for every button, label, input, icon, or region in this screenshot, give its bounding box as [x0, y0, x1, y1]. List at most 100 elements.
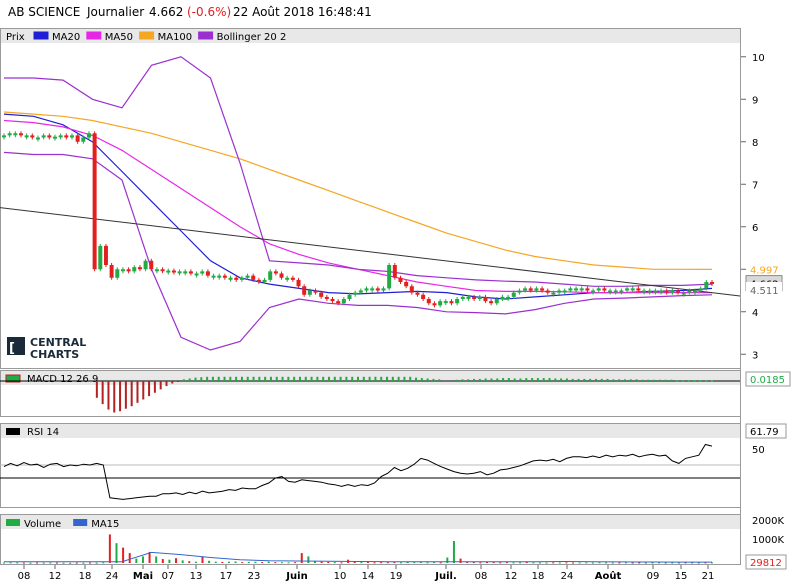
candle: [47, 135, 52, 138]
x-tick-label-9: Juin: [285, 571, 307, 582]
volume-bar: [373, 562, 376, 564]
legend-swatch-2: [86, 31, 102, 40]
macd-bar: [432, 378, 435, 381]
volume-bar: [452, 541, 455, 563]
macd-bar: [589, 378, 592, 381]
macd-bar: [182, 379, 185, 381]
x-tick-label-2: 18: [79, 571, 92, 582]
volume-bar: [201, 556, 204, 563]
volume-bar: [605, 562, 608, 564]
candle: [353, 292, 358, 295]
candle: [211, 275, 216, 278]
volume-bar: [175, 558, 178, 563]
candle: [262, 279, 267, 282]
candle: [608, 290, 613, 293]
volume-bar: [247, 561, 250, 563]
candle: [149, 260, 154, 270]
volume-bar: [274, 562, 277, 564]
candle: [477, 296, 482, 299]
candle: [279, 273, 284, 278]
volume-bar: [241, 562, 244, 564]
candle: [336, 301, 341, 304]
volume-bar: [618, 562, 621, 564]
x-tick-label-5: 07: [162, 571, 175, 582]
macd-bar: [426, 378, 429, 381]
candle: [370, 288, 375, 291]
candle: [217, 275, 222, 278]
macd-bar: [681, 380, 684, 382]
volume-bar: [664, 562, 667, 564]
candle: [404, 282, 409, 287]
candle: [472, 296, 477, 299]
macd-bar: [177, 381, 180, 382]
candle: [676, 290, 681, 293]
x-axis: 08 12 18 24 Mai 07 13 17 23 Juin 10 14 19 Juil. 08 12 18…: [18, 565, 714, 582]
macd-bar: [310, 376, 313, 381]
candle: [188, 271, 193, 274]
volume-legend-swatch-1: [73, 519, 88, 526]
legend-swatch-1: [33, 31, 49, 40]
legend-swatch-4: [198, 31, 214, 40]
candle: [664, 290, 669, 293]
candle: [132, 267, 137, 272]
candle: [494, 299, 499, 304]
volume-bar: [400, 562, 403, 564]
volume-bar: [572, 562, 575, 564]
candle: [358, 290, 363, 293]
candle: [364, 288, 369, 291]
x-tick-label-0: 08: [18, 571, 31, 582]
candle: [313, 290, 318, 293]
legend-label-3: MA100: [158, 32, 193, 43]
volume-bar: [638, 562, 641, 564]
price-axis-label-1: 9: [752, 95, 758, 106]
x-tick-label-13: Juil.: [434, 571, 457, 582]
candle: [545, 290, 550, 293]
candle: [591, 290, 596, 293]
macd-bar: [223, 376, 226, 381]
macd-bar: [165, 381, 168, 387]
candle: [24, 135, 29, 138]
volume-bar: [36, 562, 39, 564]
volume-bar: [294, 562, 297, 564]
volume-bar: [62, 562, 65, 564]
macd-bar: [467, 379, 470, 381]
x-tick-label-15: 12: [505, 571, 518, 582]
candle: [443, 301, 448, 304]
x-tick-label-18: Août: [595, 570, 622, 582]
volume-bar: [221, 561, 224, 563]
x-tick-label-16: 18: [532, 571, 545, 582]
candle: [126, 269, 131, 272]
volume-bar: [697, 562, 700, 564]
candle: [115, 269, 120, 278]
candle: [523, 288, 528, 291]
symbol-name: AB SCIENCE: [8, 5, 80, 19]
candle: [432, 303, 437, 306]
volume-bar: [611, 562, 614, 564]
candle: [35, 137, 40, 140]
macd-bar: [577, 378, 580, 381]
volume-bar: [22, 562, 25, 564]
volume-bar: [545, 562, 548, 564]
candle: [98, 245, 103, 270]
candle: [455, 299, 460, 304]
volume-bar: [538, 562, 541, 564]
candle: [528, 288, 533, 291]
legend-label-4: Bollinger 20 2: [217, 32, 287, 43]
candle: [268, 271, 273, 280]
candle: [81, 137, 86, 142]
volume-bar: [141, 556, 144, 563]
candle: [245, 275, 250, 278]
volume-bar: [426, 562, 429, 564]
macd-bar: [200, 377, 203, 381]
x-tick-label-3: 24: [106, 571, 119, 582]
macd-bar: [374, 376, 377, 381]
candle: [449, 301, 454, 304]
macd-bar: [153, 381, 156, 393]
macd-bar: [345, 376, 348, 381]
volume-tag: 29812: [750, 558, 782, 569]
volume-bar: [261, 562, 264, 564]
candle: [103, 245, 108, 265]
price-axis-label-3: 7: [752, 180, 758, 191]
macd-bar: [397, 376, 400, 381]
candle: [234, 277, 239, 280]
